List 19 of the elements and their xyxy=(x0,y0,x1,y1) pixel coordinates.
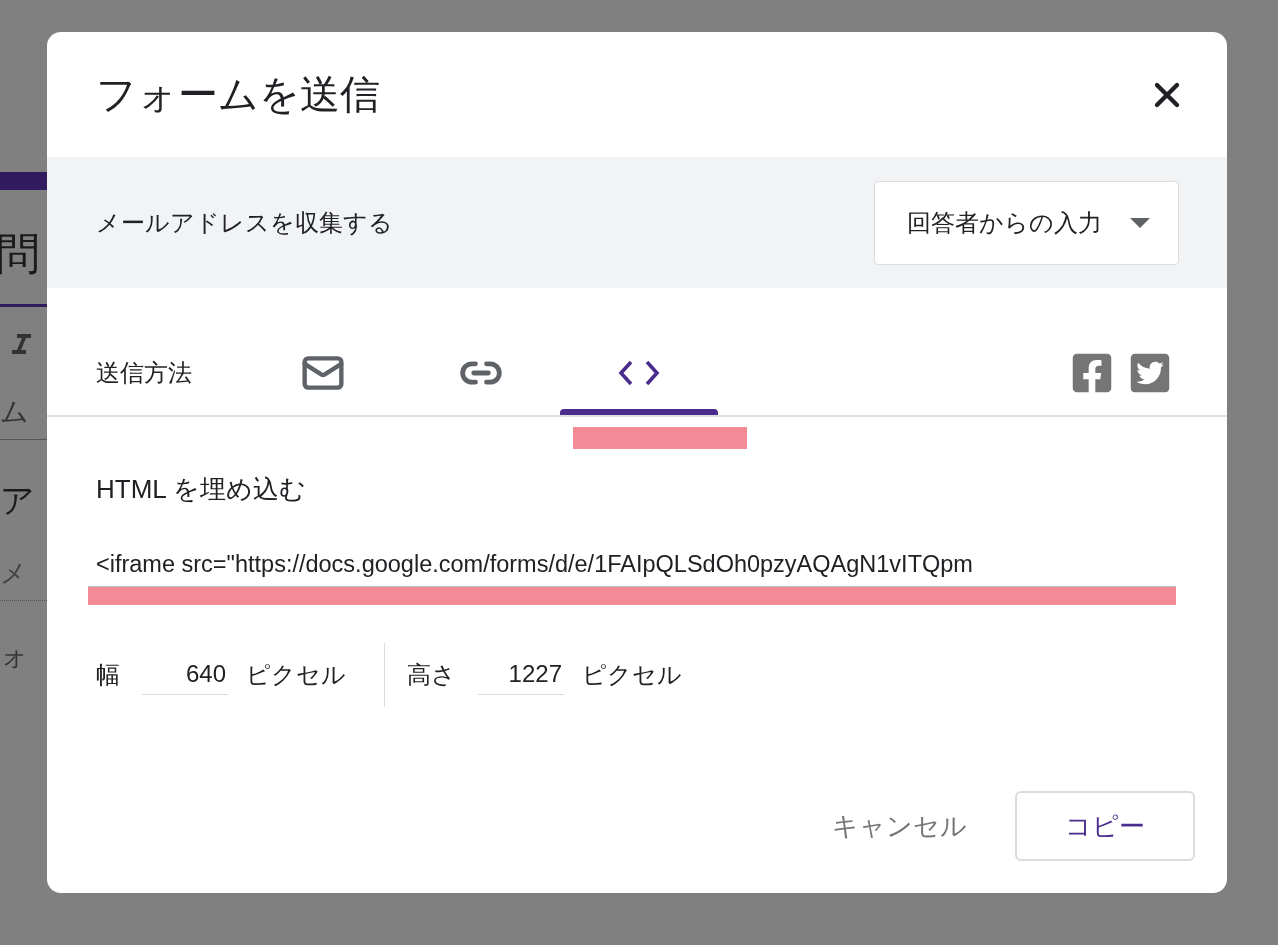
dimension-label: 幅 xyxy=(96,660,120,690)
dropdown-caret-icon xyxy=(1130,217,1150,228)
dimension-field[interactable]: 1227 xyxy=(478,655,564,695)
accent-bar xyxy=(0,172,47,190)
send-via-label: 送信方法 xyxy=(96,357,192,388)
collect-email-label: メールアドレスを収集する xyxy=(96,207,393,238)
unit-label: ピクセル xyxy=(582,660,682,690)
page-text: ム xyxy=(0,395,30,429)
copy-button[interactable]: コピー xyxy=(1015,791,1195,861)
page-heading: ア xyxy=(0,479,36,521)
unit-label: ピクセル xyxy=(246,660,346,690)
email-dropdown[interactable]: 回答者からの入力 xyxy=(874,180,1179,265)
dimension-field[interactable]: 640 xyxy=(142,655,228,695)
embed-heading: HTML を埋め込む xyxy=(96,473,308,506)
dimension-label: 高さ xyxy=(407,660,456,690)
embed-code-field[interactable]: <iframe src="https://docs.google.com/forms/d/e/1FAIpQLSdOh0pzyAQAgN1vITQpm xyxy=(96,551,973,580)
page-text: ォ xyxy=(0,638,30,673)
dialog-title: フォームを送信 xyxy=(96,71,380,118)
page-field: メ xyxy=(0,558,47,590)
